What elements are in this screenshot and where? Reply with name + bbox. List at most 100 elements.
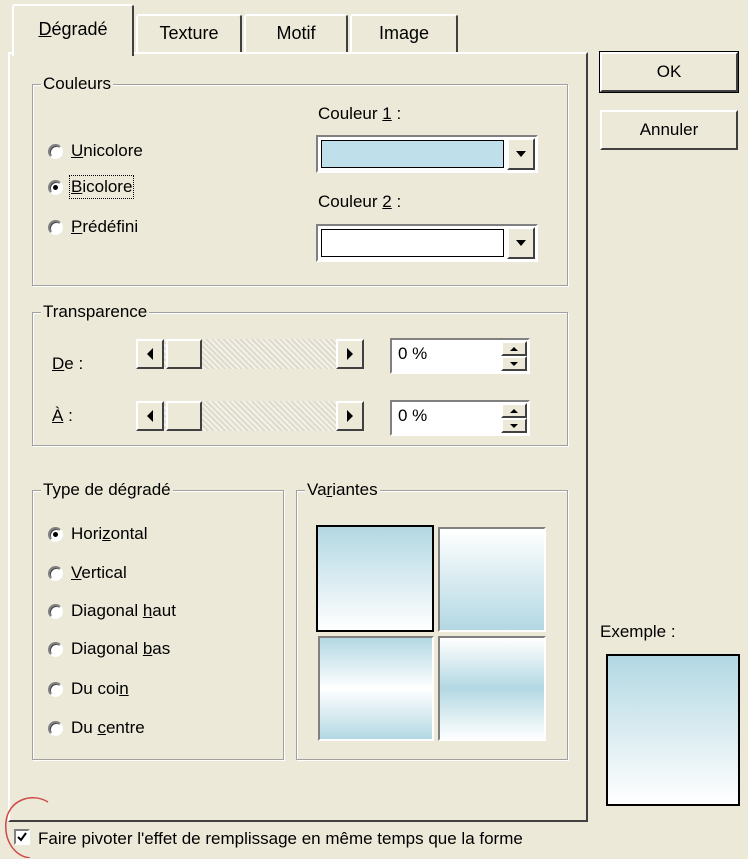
cancel-button[interactable]: Annuler (600, 110, 738, 150)
transparence-a-label: À : (52, 406, 73, 426)
scroll-thumb[interactable] (166, 339, 202, 369)
arrow-down-icon (510, 423, 518, 428)
cancel-button-label: Annuler (639, 120, 699, 139)
radio-diagonal-haut-dot (48, 603, 63, 619)
spinner-down-button[interactable] (501, 356, 527, 371)
radio-diagonal-bas-mnemonic: b (142, 639, 153, 658)
tab-image-label: Image (378, 23, 430, 43)
tab-degrade[interactable]: Dégradé (12, 4, 134, 56)
variant-tile-4[interactable] (438, 636, 546, 741)
radio-unicolore[interactable]: Unicolore (48, 139, 143, 163)
variantes-legend-text: Va (307, 480, 327, 499)
tab-motif[interactable]: Motif (244, 14, 348, 52)
arrow-right-icon (347, 410, 353, 422)
variant-tile-2[interactable] (438, 527, 546, 632)
radio-horizontal[interactable]: Horizontal (48, 522, 148, 546)
radio-predefini-mnemonic: P (71, 217, 83, 236)
variantes-legend-suffix: iantes (332, 480, 378, 499)
spinner-up-button[interactable] (501, 403, 527, 418)
transparence-de-value: 0 % (398, 344, 428, 363)
spinner-down-button[interactable] (501, 418, 527, 433)
tab-texture[interactable]: Texture (136, 14, 242, 52)
radio-du-coin[interactable]: Du coin (48, 677, 129, 701)
transparence-a-value: 0 % (398, 406, 428, 425)
variantes-legend: Variantes (305, 479, 380, 501)
transparence-a-mnemonic: À (52, 406, 64, 425)
variant-tile-1[interactable] (316, 525, 434, 632)
ok-button[interactable]: OK (599, 51, 739, 93)
radio-diagonal-haut[interactable]: Diagonal haut (48, 599, 176, 623)
radio-unicolore-dot (48, 143, 63, 159)
radio-horizontal-dot (48, 526, 63, 542)
couleur2-mnemonic: 2 (382, 192, 392, 211)
radio-du-centre-text: Du (71, 718, 98, 737)
spinner-up-button[interactable] (501, 341, 527, 356)
scroll-left-button[interactable] (136, 401, 164, 431)
couleur1-swatch (321, 140, 504, 168)
radio-diagonal-bas-suffix: as (152, 639, 171, 658)
radio-du-centre[interactable]: Du centre (48, 716, 145, 740)
scroll-right-button[interactable] (336, 401, 364, 431)
scroll-thumb[interactable] (166, 401, 202, 431)
couleur2-swatch (321, 229, 504, 257)
chevron-down-icon (516, 151, 526, 157)
transparence-a-text: : (63, 406, 73, 425)
radio-diagonal-haut-suffix: aut (152, 601, 176, 620)
arrow-right-icon (347, 348, 353, 360)
tab-motif-label: Motif (276, 23, 316, 43)
couleur1-label-text: Couleur (318, 104, 383, 123)
radio-unicolore-text: nicolore (83, 141, 143, 160)
radio-bicolore[interactable]: Bicolore (48, 175, 135, 199)
radio-predefini-label: Prédéfini (71, 217, 138, 237)
exemple-label: Exemple : (600, 622, 676, 641)
radio-predefini-dot (48, 219, 63, 235)
couleurs-legend: Couleurs (41, 73, 114, 95)
transparence-de-spinner[interactable]: 0 % (390, 338, 530, 374)
radio-bicolore-dot (48, 179, 63, 195)
radio-diagonal-haut-label: Diagonal haut (71, 601, 176, 621)
radio-horizontal-suffix: ontal (110, 524, 148, 543)
radio-predefini-text: rédéfini (82, 217, 139, 236)
rotate-fill-label: Faire pivoter l'effet de remplissage en … (38, 829, 523, 848)
radio-vertical-dot (48, 565, 63, 581)
radio-vertical[interactable]: Vertical (48, 561, 127, 585)
radio-du-coin-text: Du coi (71, 679, 120, 698)
radio-bicolore-text: icolore (82, 177, 133, 196)
scroll-left-button[interactable] (136, 339, 164, 369)
radio-du-coin-dot (48, 681, 63, 697)
radio-vertical-mnemonic: V (71, 563, 82, 582)
radio-horizontal-mnemonic: z (102, 524, 111, 543)
arrow-up-icon (510, 408, 518, 413)
couleur1-dropdown-button[interactable] (507, 138, 535, 170)
couleur2-dropdown[interactable] (316, 224, 538, 262)
couleur1-dropdown[interactable] (316, 135, 538, 173)
radio-predefini[interactable]: Prédéfini (48, 215, 138, 239)
couleur2-label-suffix: : (391, 192, 402, 211)
tab-degrade-mnemonic: D (38, 19, 52, 39)
couleur2-dropdown-button[interactable] (507, 227, 535, 259)
radio-du-centre-mnemonic: c (97, 718, 106, 737)
radio-du-centre-dot (48, 720, 63, 736)
couleur1-mnemonic: 1 (382, 104, 392, 123)
transparence-a-spinner[interactable]: 0 % (390, 400, 530, 436)
transparence-de-text: e : (64, 354, 84, 373)
radio-unicolore-label: Unicolore (71, 141, 143, 161)
couleur2-label: Couleur 2 : (318, 192, 401, 212)
arrow-down-icon (510, 361, 518, 366)
scroll-right-button[interactable] (336, 339, 364, 369)
couleur1-label: Couleur 1 : (318, 104, 401, 124)
transparence-a-slider[interactable] (136, 401, 364, 431)
radio-du-centre-suffix: entre (105, 718, 145, 737)
radio-horizontal-label: Horizontal (71, 524, 148, 544)
radio-horizontal-text: Hori (71, 524, 103, 543)
ok-button-label: OK (656, 62, 682, 81)
transparence-legend: Transparence (41, 301, 150, 323)
radio-diagonal-bas[interactable]: Diagonal bas (48, 637, 170, 661)
tab-image[interactable]: Image (350, 14, 458, 52)
arrow-left-icon (147, 410, 153, 422)
variant-tile-3[interactable] (318, 636, 434, 741)
transparence-de-slider[interactable] (136, 339, 364, 369)
radio-diagonal-bas-label: Diagonal bas (71, 639, 170, 659)
tab-texture-label: Texture (159, 23, 219, 43)
spinner-arrows (501, 403, 527, 433)
